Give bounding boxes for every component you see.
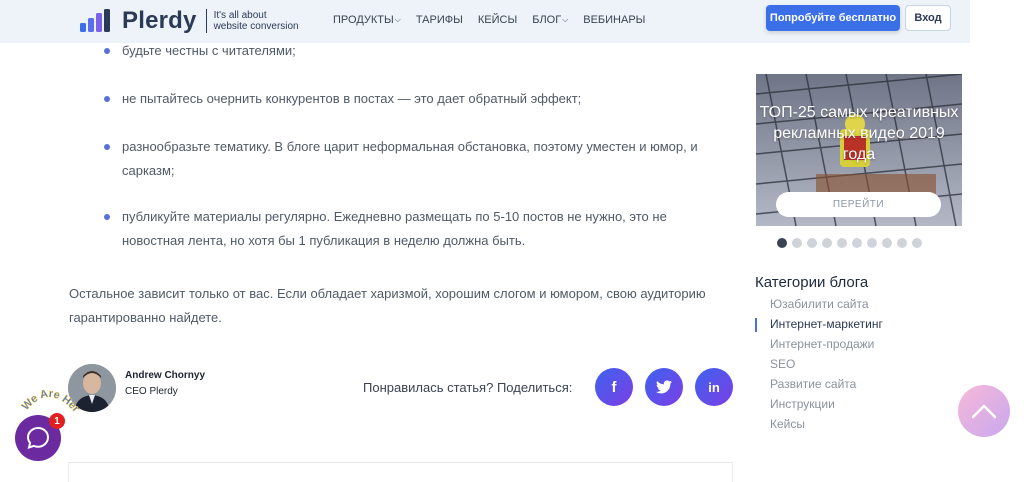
carousel-dot[interactable] [777,238,787,248]
bullet-dot-icon [104,96,110,102]
bullet-text: будьте честны с читателями; [122,43,296,58]
list-item: не пытайтесь очернить конкурентов в пост… [104,87,720,111]
site-header: Plerdy It's all about website conversion… [0,0,970,43]
carousel-dot[interactable] [807,238,817,248]
category-usability[interactable]: Юзабилити сайта [770,297,869,311]
bullet-text: не пытайтесь очернить конкурентов в пост… [122,91,582,106]
bullet-text: разнообразьте тематику. В блоге царит не… [122,139,698,178]
banner-title: ТОП-25 самых креативных рекламных видео … [759,104,959,163]
carousel-dot[interactable] [852,238,862,248]
nav-label: ПРОДУКТЫ [333,14,394,26]
category-instructions[interactable]: Инструкции [770,397,835,411]
try-free-button[interactable]: Попробуйте бесплатно [766,5,900,31]
carousel-dot[interactable] [897,238,907,248]
closing-paragraph: Остальное зависит только от вас. Если об… [69,286,706,325]
logo-bars-icon [80,9,110,32]
chevron-up-icon [971,404,997,419]
chevron-down-icon: ⌵ [394,15,401,24]
list-item: разнообразьте тематику. В блоге царит не… [104,135,720,183]
carousel-dot[interactable] [912,238,922,248]
nav-label: ВЕБИНАРЫ [583,14,646,26]
scroll-to-top-button[interactable] [958,385,1010,437]
promo-banner[interactable]: ТОП-25 самых креативных рекламных видео … [756,74,962,226]
linkedin-icon: in [708,379,720,395]
share-twitter-button[interactable] [645,368,683,406]
twitter-icon [656,380,672,394]
category-site-development[interactable]: Развитие сайта [770,377,856,391]
carousel-dot[interactable] [837,238,847,248]
bubble-text: We Are Here! [18,384,80,416]
brand-name: Plerdy [122,7,197,34]
nav-item-pricing[interactable]: ТАРИФЫ [416,14,463,26]
nav-item-blog[interactable]: БЛОГ ⌵ [532,14,568,26]
share-facebook-button[interactable]: f [595,368,633,406]
carousel-dot[interactable] [792,238,802,248]
category-seo[interactable]: SEO [770,357,795,371]
chevron-down-icon: ⌵ [562,15,569,24]
list-item: будьте честны с читателями; [104,39,720,63]
author-role: CEO Plerdy [125,386,178,397]
nav-item-products[interactable]: ПРОДУКТЫ ⌵ [333,14,401,26]
tagline-line-1: It's all about [213,10,267,21]
bullet-dot-icon [104,48,110,54]
nav-item-cases[interactable]: КЕЙСЫ [478,14,517,26]
list-item: публикуйте материалы регулярно. Ежедневн… [104,205,720,253]
facebook-icon: f [611,378,617,396]
login-button[interactable]: Вход [905,5,951,31]
nav-label: КЕЙСЫ [477,14,518,26]
bullet-dot-icon [104,214,110,220]
main-nav: ПРОДУКТЫ ⌵ ТАРИФЫ КЕЙСЫ БЛОГ ⌵ ВЕБИНАРЫ [333,14,660,26]
nav-label: ТАРИФЫ [415,14,463,26]
tagline-line-2: website conversion [213,21,299,32]
brand-tagline: It's all about website conversion [214,10,299,32]
carousel-dot[interactable] [867,238,877,248]
nav-item-webinars[interactable]: ВЕБИНАРЫ [583,14,645,26]
plerdy-logo[interactable]: Plerdy It's all about website conversion [80,7,299,35]
author-name[interactable]: Andrew Chornyy [125,370,205,381]
next-section-card [68,462,733,482]
active-category-indicator [755,318,757,332]
carousel-dot[interactable] [822,238,832,248]
category-cases[interactable]: Кейсы [770,417,805,431]
categories-title: Категории блога [755,274,869,291]
carousel-dots [777,238,927,248]
bullet-text: публикуйте материалы регулярно. Ежедневн… [122,209,667,248]
logo-divider [205,9,207,33]
bullet-dot-icon [104,144,110,150]
chat-bubble-icon [26,426,50,450]
nav-label: БЛОГ [532,14,562,26]
category-internet-marketing[interactable]: Интернет-маркетинг [770,317,883,331]
category-internet-sales[interactable]: Интернет-продажи [770,337,874,351]
share-label: Понравилась статья? Поделиться: [363,380,573,395]
chat-unread-badge: 1 [49,413,65,429]
carousel-dot[interactable] [882,238,892,248]
share-linkedin-button[interactable]: in [695,368,733,406]
svg-text:We Are Here!: We Are Here! [18,384,80,415]
banner-go-button[interactable]: ПЕРЕЙТИ [776,192,941,217]
